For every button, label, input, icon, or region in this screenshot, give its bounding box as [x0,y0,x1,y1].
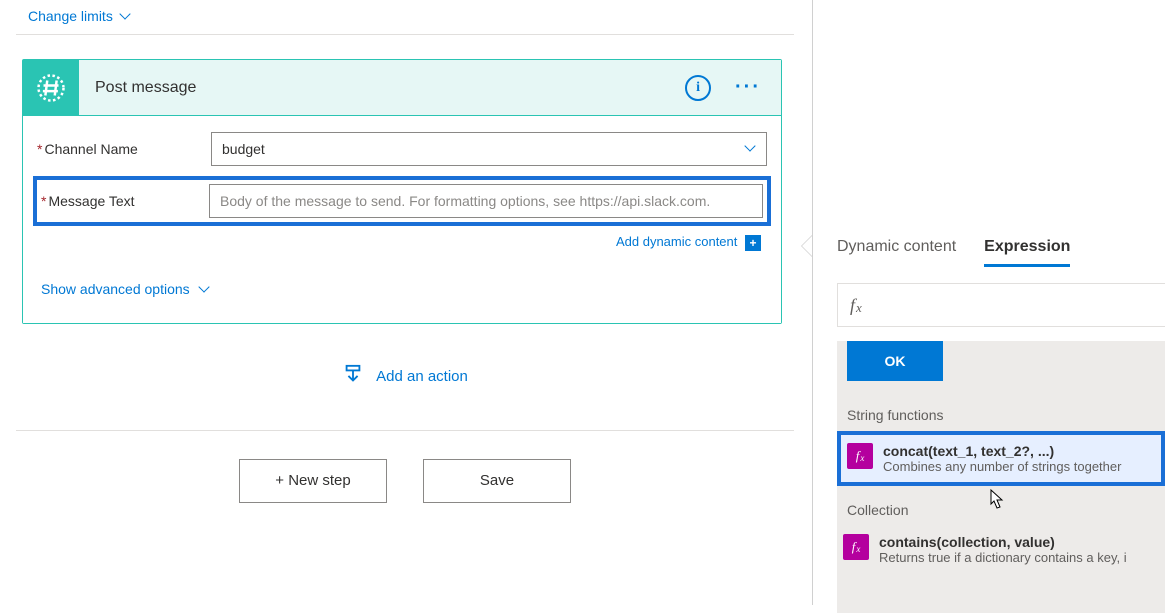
fn-contains[interactable]: fx contains(collection, value) Returns t… [837,526,1165,573]
new-step-button[interactable]: + New step [239,459,387,503]
save-button[interactable]: Save [423,459,571,503]
tab-dynamic-content[interactable]: Dynamic content [837,238,956,267]
message-text-input[interactable]: Body of the message to send. For formatt… [209,184,763,218]
post-message-card: Post message i ··· *Channel Name budget [22,59,782,324]
fn-contains-description: Returns true if a dictionary contains a … [879,550,1159,565]
tab-expression[interactable]: Expression [984,238,1070,267]
show-advanced-options[interactable]: Show advanced options [23,251,224,303]
card-header[interactable]: Post message i ··· [23,60,781,116]
channel-name-row: *Channel Name budget [23,126,781,172]
add-dynamic-content-row: Add dynamic content + [23,230,781,251]
message-text-label: *Message Text [41,193,209,209]
chevron-down-icon [744,142,756,154]
info-icon[interactable]: i [685,75,711,101]
fn-concat[interactable]: fx concat(text_1, text_2?, ...) Combines… [837,431,1165,486]
chevron-down-icon [119,10,131,22]
divider [16,430,794,431]
add-action-button[interactable]: Add an action [0,364,810,390]
add-dynamic-content-link[interactable]: Add dynamic content [616,234,737,249]
change-limits-link[interactable]: Change limits [28,8,131,24]
fn-contains-signature: contains(collection, value) [879,534,1159,550]
expression-panel: Dynamic content Expression fx OK String … [812,0,1165,605]
fn-concat-signature: concat(text_1, text_2?, ...) [883,443,1155,459]
fn-concat-description: Combines any number of strings together [883,459,1155,474]
card-title: Post message [95,79,685,97]
message-text-highlight: *Message Text Body of the message to sen… [33,176,771,226]
channel-name-value: budget [222,141,265,157]
more-options-icon[interactable]: ··· [729,76,767,99]
fx-icon: fx [847,443,873,469]
channel-name-select[interactable]: budget [211,132,767,166]
chevron-down-icon [198,283,210,295]
plus-icon[interactable]: + [745,235,761,251]
slack-hash-icon [23,60,79,116]
channel-name-label: *Channel Name [37,141,211,157]
fx-icon: fx [843,534,869,560]
group-collection: Collection [837,494,1165,526]
change-limits-label: Change limits [28,8,113,24]
divider [16,34,794,35]
add-action-icon [342,364,364,390]
group-string-functions: String functions [837,399,1165,431]
expression-input[interactable]: fx [837,283,1165,327]
ok-button[interactable]: OK [847,341,943,381]
